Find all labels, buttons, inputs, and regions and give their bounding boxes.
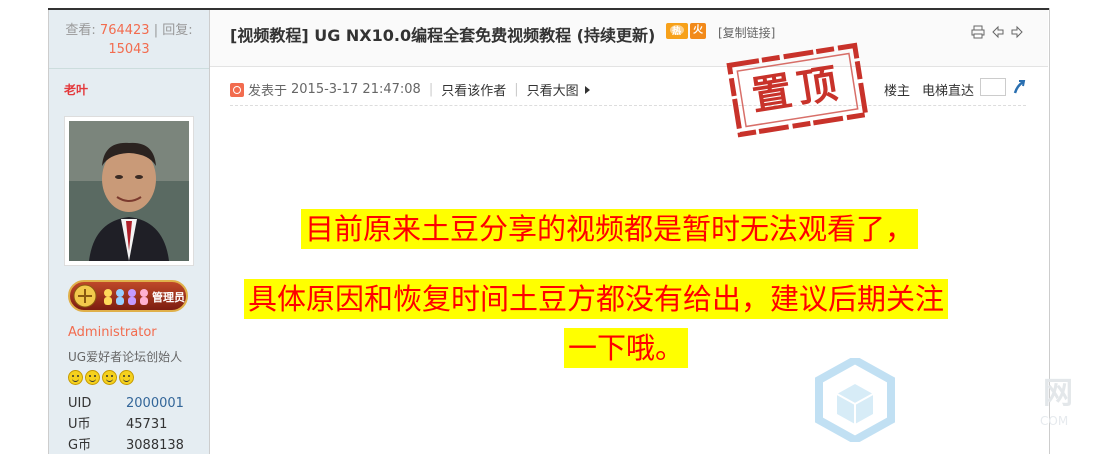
thread-stats: 查看: 764423 | 回复: 15043 (65, 23, 193, 57)
watermark-text: 网 (1043, 376, 1073, 411)
stat-row-gcoin: G币 3088138 (68, 438, 184, 453)
notice-line-2: 具体原因和恢复时间土豆方都没有给出，建议后期关注 (244, 279, 949, 319)
floor-label: 楼主 (884, 84, 911, 99)
uid-link[interactable]: 2000001 (126, 393, 184, 414)
hot-thread-icon: 热 (666, 23, 688, 39)
arrow-right-icon[interactable] (584, 85, 590, 94)
sidebar-divider (49, 68, 209, 69)
views-count: 764423 (99, 23, 150, 38)
notice-line-1: 目前原来土豆分享的视频都是暂时无法观看了， (301, 209, 919, 249)
stat-row-ucoin: U币 45731 (68, 417, 168, 432)
stat-row-uid: UID 2000001 (68, 393, 184, 414)
fire-badge: 火 (690, 23, 706, 39)
admin-badge-label: 管理员 (152, 291, 185, 304)
floor-jump-input[interactable] (980, 78, 1006, 96)
notice-line-3: 一下哦。 (564, 328, 689, 368)
online-status-icon (230, 82, 244, 97)
user-title: UG爱好者论坛创始人 (68, 350, 183, 364)
smiley-icon (85, 370, 100, 385)
meta-divider (230, 104, 1026, 106)
author-stats: UID 2000001 U币 45731 G币 3088138 (68, 393, 184, 456)
large-image-link[interactable]: 只看大图 (527, 80, 579, 99)
smiley-icon (68, 370, 83, 385)
next-thread-icon[interactable] (1010, 25, 1024, 39)
posted-at: 2015-3-17 21:47:08 (291, 82, 421, 97)
post-meta: 发表于 2015-3-17 21:47:08 | 只看该作者 | 只看大图 (230, 80, 590, 99)
prev-thread-icon[interactable] (991, 25, 1005, 39)
svg-text:热: 热 (672, 25, 681, 36)
thread-title[interactable]: [视频教程] UG NX10.0编程全套免费视频教程 (持续更新) (230, 22, 655, 46)
posted-prefix: 发表于 (248, 84, 288, 99)
views-label: 查看: (65, 23, 96, 38)
avatar[interactable] (64, 116, 194, 266)
admin-group-badge: 管理员 (68, 278, 188, 314)
author-name[interactable]: 老叶 (64, 81, 88, 98)
replies-label: 回复: (162, 23, 193, 38)
watermark-logo-icon (815, 355, 895, 445)
only-author-link[interactable]: 只看该作者 (441, 80, 506, 99)
jump-label: 电梯直达 (922, 84, 975, 99)
copy-link-button[interactable]: [复制链接] (718, 24, 775, 41)
printer-icon[interactable] (971, 25, 985, 39)
user-group[interactable]: Administrator (68, 325, 157, 340)
replies-count: 15043 (108, 42, 150, 57)
watermark-sub: COM (1040, 414, 1069, 428)
smiley-icon (102, 370, 117, 385)
smiley-icon (119, 370, 134, 385)
rank-icons (68, 370, 134, 388)
jump-go-icon[interactable] (1012, 78, 1026, 96)
